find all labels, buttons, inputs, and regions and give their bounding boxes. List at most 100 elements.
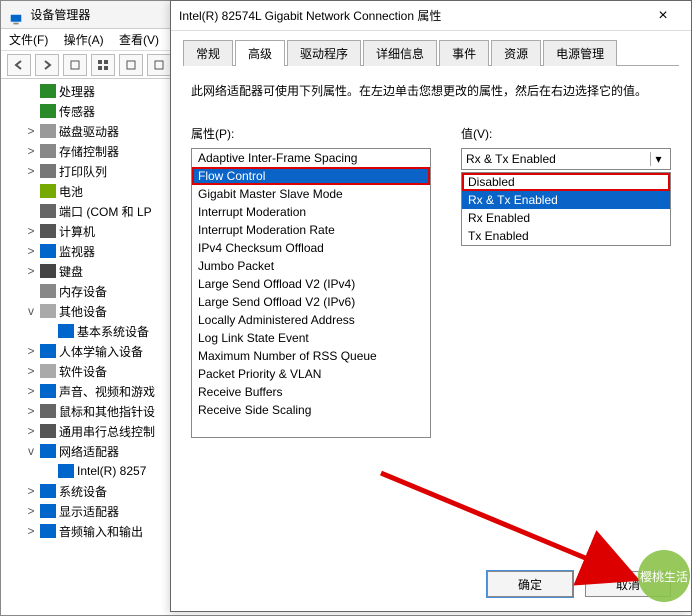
- tab-6[interactable]: 电源管理: [543, 40, 617, 66]
- expand-icon[interactable]: >: [25, 404, 37, 418]
- chevron-down-icon[interactable]: ▾: [650, 152, 666, 166]
- tree-item[interactable]: v 网络适配器: [7, 441, 171, 461]
- tab-4[interactable]: 事件: [439, 40, 489, 66]
- property-option[interactable]: Large Send Offload V2 (IPv6): [192, 293, 430, 311]
- property-option[interactable]: Log Link State Event: [192, 329, 430, 347]
- expand-icon[interactable]: >: [25, 144, 37, 158]
- tree-item[interactable]: >监视器: [7, 241, 171, 261]
- expand-icon[interactable]: >: [25, 424, 37, 438]
- expand-icon[interactable]: v: [25, 304, 37, 318]
- cancel-button-label: 取消: [616, 576, 640, 593]
- tree-item[interactable]: > 系统设备: [7, 481, 171, 501]
- property-option[interactable]: IPv4 Checksum Offload: [192, 239, 430, 257]
- tree-item[interactable]: 传感器: [7, 101, 171, 121]
- tree-item-label: Intel(R) 8257: [77, 464, 146, 478]
- tool-refresh[interactable]: [119, 54, 143, 76]
- property-option[interactable]: Locally Administered Address: [192, 311, 430, 329]
- tab-0[interactable]: 常规: [183, 40, 233, 66]
- tree-item[interactable]: >打印队列: [7, 161, 171, 181]
- tab-strip: 常规高级驱动程序详细信息事件资源电源管理: [183, 39, 679, 66]
- property-option[interactable]: Maximum Number of RSS Queue: [192, 347, 430, 365]
- tree-item-label: 显示适配器: [59, 503, 119, 520]
- tree-item[interactable]: Intel(R) 8257: [7, 461, 171, 481]
- tree-item[interactable]: >鼠标和其他指针设: [7, 401, 171, 421]
- sensor-icon: [40, 104, 56, 118]
- tree-item-label: 传感器: [59, 103, 95, 120]
- expand-icon[interactable]: >: [25, 264, 37, 278]
- dm-title-text: 设备管理器: [30, 8, 90, 22]
- property-option[interactable]: Interrupt Moderation Rate: [192, 221, 430, 239]
- aud-icon: [40, 524, 56, 538]
- tree-item[interactable]: > 显示适配器: [7, 501, 171, 521]
- expand-icon[interactable]: v: [25, 444, 37, 458]
- tree-item[interactable]: >存储控制器: [7, 141, 171, 161]
- tree-item[interactable]: > 声音、视频和游戏: [7, 381, 171, 401]
- property-option[interactable]: Interrupt Moderation: [192, 203, 430, 221]
- expand-icon[interactable]: >: [25, 504, 37, 518]
- tree-item[interactable]: 基本系统设备: [7, 321, 171, 341]
- device-tree[interactable]: 处理器传感器>磁盘驱动器>存储控制器>打印队列电池端口 (COM 和 LP>计算…: [7, 81, 171, 609]
- value-option[interactable]: Rx & Tx Enabled: [462, 191, 670, 209]
- tree-item[interactable]: 电池: [7, 181, 171, 201]
- ok-button[interactable]: 确定: [487, 571, 573, 597]
- tree-item[interactable]: 内存设备: [7, 281, 171, 301]
- property-option[interactable]: Receive Side Scaling: [192, 401, 430, 419]
- menu-view[interactable]: 查看(V): [119, 33, 159, 47]
- tab-5[interactable]: 资源: [491, 40, 541, 66]
- value-option[interactable]: Disabled: [462, 173, 670, 191]
- menu-file[interactable]: 文件(F): [9, 33, 48, 47]
- expand-icon[interactable]: >: [25, 524, 37, 538]
- tree-item[interactable]: 端口 (COM 和 LP: [7, 201, 171, 221]
- expand-icon[interactable]: >: [25, 164, 37, 178]
- tree-item[interactable]: >人体学输入设备: [7, 341, 171, 361]
- property-option[interactable]: Adaptive Inter-Frame Spacing: [192, 149, 430, 167]
- tab-2[interactable]: 驱动程序: [287, 40, 361, 66]
- expand-icon[interactable]: >: [25, 124, 37, 138]
- property-option[interactable]: Gigabit Master Slave Mode: [192, 185, 430, 203]
- tree-item[interactable]: >计算机: [7, 221, 171, 241]
- tree-item-label: 声音、视频和游戏: [59, 383, 155, 400]
- tab-1[interactable]: 高级: [235, 40, 285, 66]
- value-option[interactable]: Rx Enabled: [462, 209, 670, 227]
- property-option[interactable]: Jumbo Packet: [192, 257, 430, 275]
- menu-action[interactable]: 操作(A): [64, 33, 104, 47]
- expand-icon[interactable]: >: [25, 344, 37, 358]
- mon-icon: [40, 244, 56, 258]
- tree-item[interactable]: v其他设备: [7, 301, 171, 321]
- tree-item-label: 键盘: [59, 263, 83, 280]
- print-icon: [40, 164, 56, 178]
- expand-icon[interactable]: >: [25, 244, 37, 258]
- property-listbox[interactable]: Adaptive Inter-Frame SpacingFlow Control…: [191, 148, 431, 438]
- port-icon: [40, 204, 56, 218]
- tree-item[interactable]: 处理器: [7, 81, 171, 101]
- tool-fwd[interactable]: [35, 54, 59, 76]
- expand-icon[interactable]: >: [25, 484, 37, 498]
- expand-icon[interactable]: >: [25, 224, 37, 238]
- expand-icon[interactable]: >: [25, 384, 37, 398]
- tab-3[interactable]: 详细信息: [363, 40, 437, 66]
- tree-item[interactable]: >磁盘驱动器: [7, 121, 171, 141]
- mouse-icon: [40, 404, 56, 418]
- property-option[interactable]: Large Send Offload V2 (IPv4): [192, 275, 430, 293]
- tool-back[interactable]: [7, 54, 31, 76]
- tool-up[interactable]: [63, 54, 87, 76]
- property-option[interactable]: Receive Buffers: [192, 383, 430, 401]
- value-dropdown-list[interactable]: DisabledRx & Tx EnabledRx EnabledTx Enab…: [461, 172, 671, 246]
- property-option[interactable]: Flow Control: [192, 167, 430, 185]
- tree-item-label: 系统设备: [59, 483, 107, 500]
- mem-icon: [40, 284, 56, 298]
- value-combobox[interactable]: Rx & Tx Enabled ▾: [461, 148, 671, 170]
- value-option[interactable]: Tx Enabled: [462, 227, 670, 245]
- expand-icon[interactable]: >: [25, 364, 37, 378]
- tree-item[interactable]: >通用串行总线控制: [7, 421, 171, 441]
- tree-item-label: 网络适配器: [59, 443, 119, 460]
- property-option[interactable]: Packet Priority & VLAN: [192, 365, 430, 383]
- disp-icon: [40, 504, 56, 518]
- tree-item[interactable]: >软件设备: [7, 361, 171, 381]
- disk-icon: [40, 124, 56, 138]
- close-icon[interactable]: ×: [643, 7, 683, 25]
- tree-item[interactable]: >音频输入和输出: [7, 521, 171, 541]
- tool-prop[interactable]: [147, 54, 171, 76]
- tree-item[interactable]: > 键盘: [7, 261, 171, 281]
- tool-grid[interactable]: [91, 54, 115, 76]
